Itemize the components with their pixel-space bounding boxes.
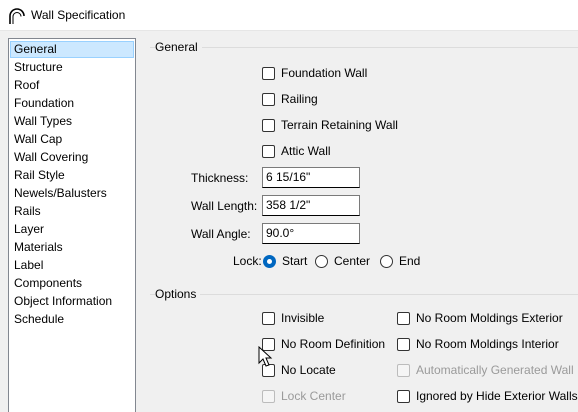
general-group-heading: General	[155, 40, 202, 54]
terrain-retaining-wall-checkbox-row[interactable]: Terrain Retaining Wall	[262, 116, 398, 134]
automatically-generated-wall-checkbox	[397, 363, 410, 377]
terrain-retaining-wall-checkbox[interactable]	[262, 118, 275, 132]
sidebar-item-roof[interactable]: Roof	[10, 77, 134, 94]
attic-wall-checkbox[interactable]	[262, 144, 275, 158]
lock-center-radio-row[interactable]: Center	[315, 252, 370, 270]
options-group-line	[150, 294, 578, 295]
sidebar-item-foundation[interactable]: Foundation	[10, 95, 134, 112]
sidebar-item-wall-types[interactable]: Wall Types	[10, 113, 134, 130]
lock-end-radio[interactable]	[380, 254, 393, 268]
attic-wall-checkbox-row[interactable]: Attic Wall	[262, 142, 331, 160]
ignored-by-hide-exterior-walls-label: Ignored by Hide Exterior Walls	[416, 389, 578, 403]
lock-center-label: Center	[334, 254, 371, 268]
foundation-wall-label: Foundation Wall	[281, 66, 368, 80]
no-room-moldings-exterior-checkbox-row[interactable]: No Room Moldings Exterior	[397, 309, 563, 327]
sidebar-item-wall-cap[interactable]: Wall Cap	[10, 131, 134, 148]
category-list[interactable]: General Structure Roof Foundation Wall T…	[8, 38, 136, 412]
wall-angle-label: Wall Angle:	[191, 227, 251, 241]
sidebar-item-newels-balusters[interactable]: Newels/Balusters	[10, 185, 134, 202]
railing-checkbox[interactable]	[262, 92, 275, 106]
no-room-moldings-interior-checkbox[interactable]	[397, 337, 410, 351]
lock-label: Lock:	[233, 254, 262, 268]
sidebar-item-structure[interactable]: Structure	[10, 59, 134, 76]
lock-center-checkbox-row: Lock Center	[262, 387, 346, 405]
wall-length-input[interactable]: 358 1/2"	[262, 195, 360, 216]
lock-center-radio[interactable]	[315, 254, 328, 268]
sidebar-item-general[interactable]: General	[10, 41, 134, 58]
no-room-moldings-interior-label: No Room Moldings Interior	[416, 337, 559, 351]
sidebar-item-object-information[interactable]: Object Information	[10, 293, 134, 310]
foundation-wall-checkbox-row[interactable]: Foundation Wall	[262, 64, 367, 82]
attic-wall-label: Attic Wall	[281, 144, 331, 158]
terrain-retaining-wall-label: Terrain Retaining Wall	[281, 118, 398, 132]
no-room-moldings-interior-checkbox-row[interactable]: No Room Moldings Interior	[397, 335, 559, 353]
ignored-by-hide-exterior-walls-checkbox-row[interactable]: Ignored by Hide Exterior Walls	[397, 387, 578, 405]
sidebar-item-rails[interactable]: Rails	[10, 203, 134, 220]
railing-label: Railing	[281, 92, 318, 106]
general-group-line	[150, 47, 578, 48]
lock-center-checkbox-label: Lock Center	[281, 389, 346, 403]
wall-arc-icon	[9, 8, 25, 24]
foundation-wall-checkbox[interactable]	[262, 66, 275, 80]
sidebar-item-rail-style[interactable]: Rail Style	[10, 167, 134, 184]
lock-start-radio[interactable]	[263, 254, 276, 268]
no-room-moldings-exterior-label: No Room Moldings Exterior	[416, 311, 563, 325]
mouse-pointer-icon	[258, 346, 273, 367]
wall-angle-input[interactable]: 90.0°	[262, 223, 360, 244]
sidebar-item-materials[interactable]: Materials	[10, 239, 134, 256]
invisible-checkbox[interactable]	[262, 311, 275, 325]
lock-start-label: Start	[282, 254, 308, 268]
lock-center-checkbox	[262, 389, 275, 403]
title-bar: Wall Specification	[0, 0, 578, 31]
lock-end-label: End	[399, 254, 421, 268]
lock-start-radio-row[interactable]: Start	[263, 252, 307, 270]
sidebar-item-wall-covering[interactable]: Wall Covering	[10, 149, 134, 166]
lock-end-radio-row[interactable]: End	[380, 252, 420, 270]
thickness-label: Thickness:	[191, 171, 249, 185]
sidebar-item-components[interactable]: Components	[10, 275, 134, 292]
no-room-moldings-exterior-checkbox[interactable]	[397, 311, 410, 325]
invisible-checkbox-row[interactable]: Invisible	[262, 309, 324, 327]
invisible-label: Invisible	[281, 311, 325, 325]
no-room-definition-checkbox-row[interactable]: No Room Definition	[262, 335, 385, 353]
no-room-definition-label: No Room Definition	[281, 337, 386, 351]
wall-length-label: Wall Length:	[191, 199, 258, 213]
sidebar-item-schedule[interactable]: Schedule	[10, 311, 134, 328]
no-locate-label: No Locate	[281, 363, 336, 377]
window-title: Wall Specification	[31, 8, 126, 22]
railing-checkbox-row[interactable]: Railing	[262, 90, 318, 108]
sidebar-item-label[interactable]: Label	[10, 257, 134, 274]
options-group-heading: Options	[155, 287, 201, 301]
ignored-by-hide-exterior-walls-checkbox[interactable]	[397, 389, 410, 403]
automatically-generated-wall-label: Automatically Generated Wall	[416, 363, 574, 377]
automatically-generated-wall-checkbox-row: Automatically Generated Wall	[397, 361, 574, 379]
thickness-input[interactable]: 6 15/16"	[262, 167, 360, 188]
sidebar-item-layer[interactable]: Layer	[10, 221, 134, 238]
